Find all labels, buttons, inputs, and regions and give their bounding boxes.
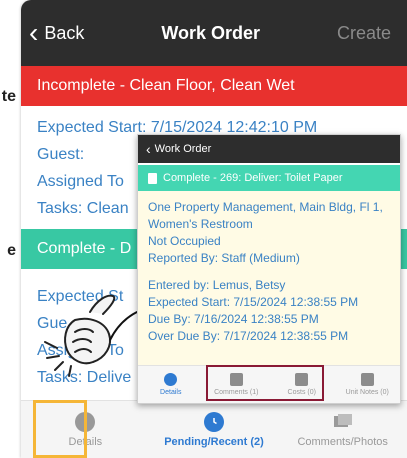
reported-by: Reported By: Staff (Medium) bbox=[148, 251, 300, 265]
book-icon bbox=[360, 373, 374, 386]
occupancy: Not Occupied bbox=[148, 234, 221, 248]
popup-details: One Property Management, Main Bldg, Fl 1… bbox=[138, 191, 400, 366]
tab-pending-recent[interactable]: Pending/Recent (2) bbox=[150, 401, 279, 458]
tab-comments-photos[interactable]: Comments/Photos bbox=[278, 401, 407, 458]
over-due-by: Over Due By: 7/17/2024 12:38:55 PM bbox=[148, 329, 349, 343]
create-button[interactable]: Create bbox=[337, 23, 391, 44]
cutoff-text-mid: e bbox=[7, 242, 16, 259]
popup-title: Work Order bbox=[154, 143, 212, 155]
due-by: Due By: 7/16/2024 12:38:55 PM bbox=[148, 312, 319, 326]
nav-bar: ‹ Back Work Order Create bbox=[21, 0, 407, 66]
clock-icon bbox=[204, 411, 224, 432]
tab-label: Comments/Photos bbox=[297, 435, 388, 448]
details-highlight-box bbox=[33, 400, 87, 458]
popup-status[interactable]: Complete - 269: Deliver: Toilet Paper bbox=[138, 165, 400, 191]
chevron-left-icon: ‹ bbox=[29, 17, 39, 48]
popup-nav-bar: ‹ Work Order bbox=[138, 135, 400, 163]
popup-tab-details[interactable]: Details bbox=[138, 366, 204, 403]
page-title: Work Order bbox=[161, 22, 261, 43]
comments-costs-highlight-box bbox=[206, 365, 324, 401]
chevron-left-icon[interactable]: ‹ bbox=[146, 141, 151, 157]
work-order-status-incomplete[interactable]: Incomplete - Clean Floor, Clean Wet bbox=[21, 66, 407, 106]
document-icon bbox=[148, 172, 157, 184]
cutoff-text-top: te bbox=[1, 88, 16, 105]
tab-label: Pending/Recent (2) bbox=[164, 435, 264, 448]
back-label: Back bbox=[44, 22, 85, 43]
info-icon bbox=[164, 373, 178, 386]
back-button[interactable]: ‹ Back bbox=[29, 19, 84, 47]
expected-start: Expected Start: 7/15/2024 12:38:55 PM bbox=[148, 295, 359, 309]
work-order-popup: ‹ Work Order Complete - 269: Deliver: To… bbox=[137, 134, 401, 404]
location: One Property Management, Main Bldg, Fl 1… bbox=[148, 200, 383, 231]
popup-tab-unit-notes[interactable]: Unit Notes (0) bbox=[335, 366, 401, 403]
photos-icon bbox=[333, 412, 353, 432]
entered-by: Entered by: Lemus, Betsy bbox=[148, 278, 286, 292]
